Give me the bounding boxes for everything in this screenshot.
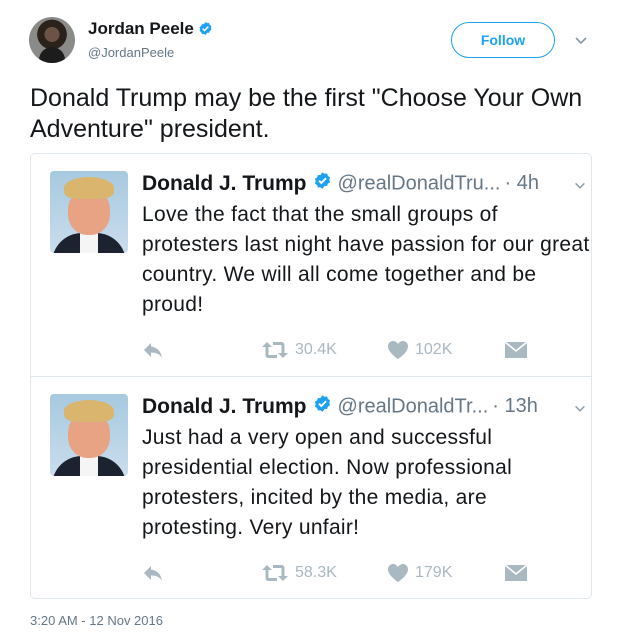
reply-icon bbox=[144, 343, 162, 358]
heart-icon bbox=[388, 341, 408, 359]
reply-button[interactable] bbox=[142, 337, 164, 363]
direct-message-button[interactable] bbox=[504, 337, 528, 363]
like-button[interactable]: 179K bbox=[387, 560, 452, 586]
quoted-tweet[interactable]: Donald J. Trump @realDonaldTr... · 13h Jus… bbox=[31, 377, 591, 599]
envelope-icon bbox=[504, 341, 528, 358]
reply-icon bbox=[144, 566, 162, 581]
verified-badge-icon bbox=[199, 21, 212, 36]
envelope-icon bbox=[504, 564, 528, 581]
quoted-tweet-time[interactable]: · 4h bbox=[504, 172, 538, 194]
tweet-timestamp[interactable]: 3:20 AM - 12 Nov 2016 bbox=[30, 613, 163, 628]
quoted-author-handle[interactable]: @realDonaldTru... bbox=[338, 172, 501, 194]
verified-badge-icon bbox=[314, 395, 330, 412]
retweet-count: 58.3K bbox=[295, 564, 337, 581]
heart-icon bbox=[388, 564, 408, 582]
chevron-down-icon[interactable] bbox=[573, 179, 587, 193]
quoted-tweet-time[interactable]: · 13h bbox=[492, 395, 538, 417]
like-button[interactable]: 102K bbox=[387, 337, 452, 363]
quoted-tweet-text: Love the fact that the small groups of p… bbox=[142, 203, 590, 316]
chevron-down-icon[interactable] bbox=[573, 402, 587, 416]
quoted-tweet-header: Donald J. Trump @realDonaldTr... · 13h bbox=[142, 394, 587, 424]
quoted-author-name[interactable]: Donald J. Trump bbox=[142, 395, 307, 418]
direct-message-button[interactable] bbox=[504, 560, 528, 586]
retweet-button[interactable]: 58.3K bbox=[261, 560, 337, 586]
chevron-down-icon[interactable] bbox=[573, 32, 589, 48]
quoted-author-handle[interactable]: @realDonaldTr... bbox=[338, 395, 489, 417]
tweet-actions: 58.3K 179K bbox=[142, 560, 562, 586]
author-name[interactable]: Jordan Peele bbox=[88, 19, 194, 38]
quoted-tweet-header: Donald J. Trump @realDonaldTru... · 4h bbox=[142, 171, 587, 201]
reply-button[interactable] bbox=[142, 560, 164, 586]
like-count: 179K bbox=[415, 564, 453, 581]
quoted-tweets-card[interactable]: Donald J. Trump @realDonaldTru... · 4h Lov… bbox=[30, 153, 592, 599]
author-avatar[interactable] bbox=[29, 17, 75, 63]
retweet-count: 30.4K bbox=[295, 341, 337, 358]
author-name-row[interactable]: Jordan Peele bbox=[88, 19, 213, 39]
like-count: 102K bbox=[415, 341, 453, 358]
author-handle[interactable]: @JordanPeele bbox=[88, 45, 174, 60]
tweet-text: Donald Trump may be the first "Choose Yo… bbox=[30, 84, 583, 143]
tweet-actions: 30.4K 102K bbox=[142, 337, 562, 363]
quoted-author-avatar[interactable] bbox=[50, 394, 128, 476]
verified-badge-icon bbox=[314, 172, 330, 189]
tweet-header: Jordan Peele @JordanPeele Follow bbox=[0, 0, 619, 70]
quoted-author-name[interactable]: Donald J. Trump bbox=[142, 172, 307, 195]
follow-button[interactable]: Follow bbox=[451, 22, 555, 58]
quoted-author-avatar[interactable] bbox=[50, 171, 128, 253]
retweet-icon bbox=[262, 342, 288, 358]
quoted-tweet[interactable]: Donald J. Trump @realDonaldTru... · 4h Lov… bbox=[31, 154, 591, 377]
retweet-icon bbox=[262, 565, 288, 581]
quoted-tweet-text: Just had a very open and successful pres… bbox=[142, 426, 513, 539]
retweet-button[interactable]: 30.4K bbox=[261, 337, 337, 363]
